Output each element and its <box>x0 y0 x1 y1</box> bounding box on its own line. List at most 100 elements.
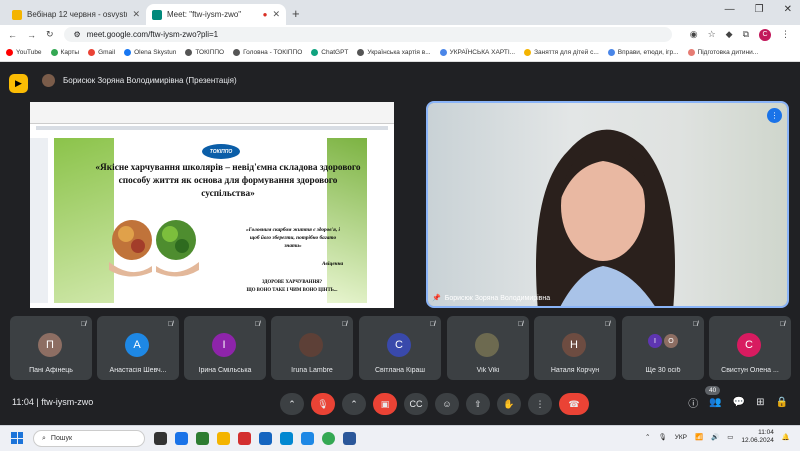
meeting-clock: 11:04 | ftw-iysm-zwo <box>12 397 94 407</box>
bookmark-label: Вправи, етюди, ігр... <box>617 49 679 56</box>
food-hands-image <box>109 220 199 277</box>
meet-favicon-icon <box>152 9 162 20</box>
participant-tile[interactable]: 🎙̸ С Свистун Олена ... <box>709 316 791 380</box>
mic-off-icon: 🎙̸ <box>692 321 698 328</box>
participant-tile[interactable]: 🎙̸ Н Наталя Корчун <box>534 316 616 380</box>
bookmark-item[interactable]: Підготовка дитини... <box>687 49 758 56</box>
windows-taskbar: ⌕ Пошук ⌃ 🎙 УКР 📶 🔊 ▭ 11:04 12.06.2024 🔔 <box>0 425 800 451</box>
participant-tile[interactable]: 🎙̸ І О Ще 30 осіб <box>622 316 704 380</box>
tray-chevron-icon[interactable]: ⌃ <box>645 433 650 441</box>
chrome-icon[interactable] <box>322 432 335 445</box>
battery-icon[interactable]: ▭ <box>727 433 733 441</box>
file-explorer-icon[interactable] <box>217 432 230 445</box>
participant-tile[interactable]: 🎙̸ Iruna Lambre <box>271 316 353 380</box>
word-icon[interactable] <box>343 432 356 445</box>
mic-options-button[interactable]: ⌃ <box>280 393 304 415</box>
camera-options-button[interactable]: ⌃ <box>342 393 366 415</box>
participant-name: Vik Viki <box>476 367 500 374</box>
bookmark-item[interactable]: Заняття для дітей с... <box>524 49 599 56</box>
info-icon[interactable]: ⓘ <box>688 395 698 410</box>
chat-icon[interactable]: 💬 <box>733 397 745 408</box>
participant-tile[interactable]: 🎙̸ П Пані Афінець <box>10 316 92 380</box>
minimize-icon[interactable]: — <box>725 4 735 15</box>
tab-webinar[interactable]: Вебінар 12 червня - osvystur ✕ <box>6 4 146 25</box>
camera-icon[interactable]: ◉ <box>690 29 698 40</box>
app-icon[interactable] <box>259 432 272 445</box>
search-label: Пошук <box>50 435 73 442</box>
puzzle-icon[interactable]: ⧉ <box>743 29 749 40</box>
forward-icon[interactable]: → <box>27 30 36 40</box>
star-icon[interactable]: ☆ <box>708 29 716 40</box>
people-icon[interactable]: 👥 <box>709 397 721 408</box>
volume-icon[interactable]: 🔊 <box>711 433 719 441</box>
more-options-button[interactable]: ⋮ <box>528 393 552 415</box>
app-icon[interactable] <box>175 432 188 445</box>
avatar: С <box>737 333 761 357</box>
bookmark-label: Головна - ТОКІППО <box>243 49 303 56</box>
bookmark-item[interactable]: Карты <box>50 49 79 56</box>
speaker-tile[interactable]: ⋮ 📌 Борисюк Зоряна Володимирівна <box>426 101 789 308</box>
extension-icon[interactable]: ◆ <box>726 29 733 40</box>
captions-button[interactable]: CC <box>404 393 428 415</box>
participant-strip: 🎙̸ П Пані Афінець 🎙̸ А Анастасія Шевч... 🎙̸ І Ір… <box>10 316 791 382</box>
tab-meet[interactable]: Meet: "ftw-iysm-zwo" ● ✕ <box>146 4 286 25</box>
app-icon[interactable] <box>238 432 251 445</box>
activities-icon[interactable]: ⊞ <box>756 397 764 408</box>
host-controls-icon[interactable]: 🔒 <box>776 397 788 408</box>
mic-button[interactable]: 🎙 <box>311 393 335 415</box>
wifi-icon[interactable]: 📶 <box>695 433 703 441</box>
bookmark-item[interactable]: YouTube <box>6 49 42 56</box>
windows-start-icon[interactable] <box>11 432 23 444</box>
bookmark-icon <box>607 49 615 56</box>
app-icon[interactable] <box>301 432 314 445</box>
reload-icon[interactable]: ↻ <box>46 29 54 40</box>
mic-off-icon: 🎙̸ <box>341 321 347 328</box>
presentation-icon[interactable]: ▶ <box>9 74 28 93</box>
maximize-icon[interactable]: ❐ <box>755 4 764 15</box>
bookmark-item[interactable]: Olena Skystun <box>124 49 176 56</box>
edge-icon[interactable] <box>280 432 293 445</box>
taskbar-clock[interactable]: 11:04 12.06.2024 <box>741 429 774 445</box>
participant-tile[interactable]: 🎙̸ С Світлана Кіраш <box>359 316 441 380</box>
close-icon[interactable]: ✕ <box>132 9 140 20</box>
present-button[interactable]: ⇧ <box>466 393 490 415</box>
bookmark-item[interactable]: УКРАЇНСЬКА ХАРТІ... <box>439 49 515 56</box>
quote-author: Авіценна <box>322 261 344 267</box>
emoji-button[interactable]: ☺ <box>435 393 459 415</box>
taskbar-search[interactable]: ⌕ Пошук <box>33 430 145 447</box>
participant-tile[interactable]: 🎙̸ Vik Viki <box>447 316 529 380</box>
menu-icon[interactable]: ⋮ <box>781 29 790 40</box>
task-view-icon[interactable] <box>154 432 167 445</box>
language-indicator[interactable]: УКР <box>675 434 687 441</box>
close-icon[interactable]: ✕ <box>272 9 280 20</box>
notification-icon[interactable]: 🔔 <box>782 433 790 441</box>
bookmark-item[interactable]: Gmail <box>88 49 115 56</box>
profile-avatar[interactable]: C <box>759 28 771 41</box>
call-controls: ⌃ 🎙 ⌃ ▣ CC ☺ ⇧ ✋ ⋮ ☎ <box>280 393 589 415</box>
leave-call-button[interactable]: ☎ <box>559 393 589 415</box>
participant-name: Світлана Кіраш <box>374 367 426 374</box>
raise-hand-button[interactable]: ✋ <box>497 393 521 415</box>
bookmark-icon <box>185 49 193 56</box>
participant-name: Свистун Олена ... <box>721 367 779 374</box>
pin-icon[interactable]: 📌 <box>432 294 441 302</box>
camera-button[interactable]: ▣ <box>373 393 397 415</box>
presentation-title: Борисюк Зоряна Володимирівна (Презентаці… <box>63 76 237 85</box>
bookmark-item[interactable]: Головна - ТОКІППО <box>233 49 302 56</box>
participant-tile[interactable]: 🎙̸ А Анастасія Шевч... <box>97 316 179 380</box>
participant-name: Наталя Корчун <box>550 367 600 374</box>
app-icon[interactable] <box>196 432 209 445</box>
close-window-icon[interactable]: ✕ <box>784 4 792 15</box>
bookmark-item[interactable]: Вправи, етюди, ігр... <box>607 49 679 56</box>
bookmark-item[interactable]: ChatGPT <box>311 49 348 56</box>
back-icon[interactable]: ← <box>8 30 17 40</box>
bookmark-item[interactable]: Українська хартія в... <box>357 49 431 56</box>
bookmark-item[interactable]: ТОКІППО <box>185 49 224 56</box>
mic-off-icon: 🎙̸ <box>779 321 785 328</box>
new-tab-button[interactable]: + <box>292 6 300 21</box>
url-field[interactable]: ⚙ meet.google.com/ftw-iysm-zwo?pli=1 <box>63 27 672 42</box>
mic-tray-icon[interactable]: 🎙 <box>658 433 666 441</box>
participant-tile[interactable]: 🎙̸ І Ірина Смільська <box>184 316 266 380</box>
site-info-icon[interactable]: ⚙ <box>74 30 81 39</box>
avatar: Н <box>562 333 586 357</box>
